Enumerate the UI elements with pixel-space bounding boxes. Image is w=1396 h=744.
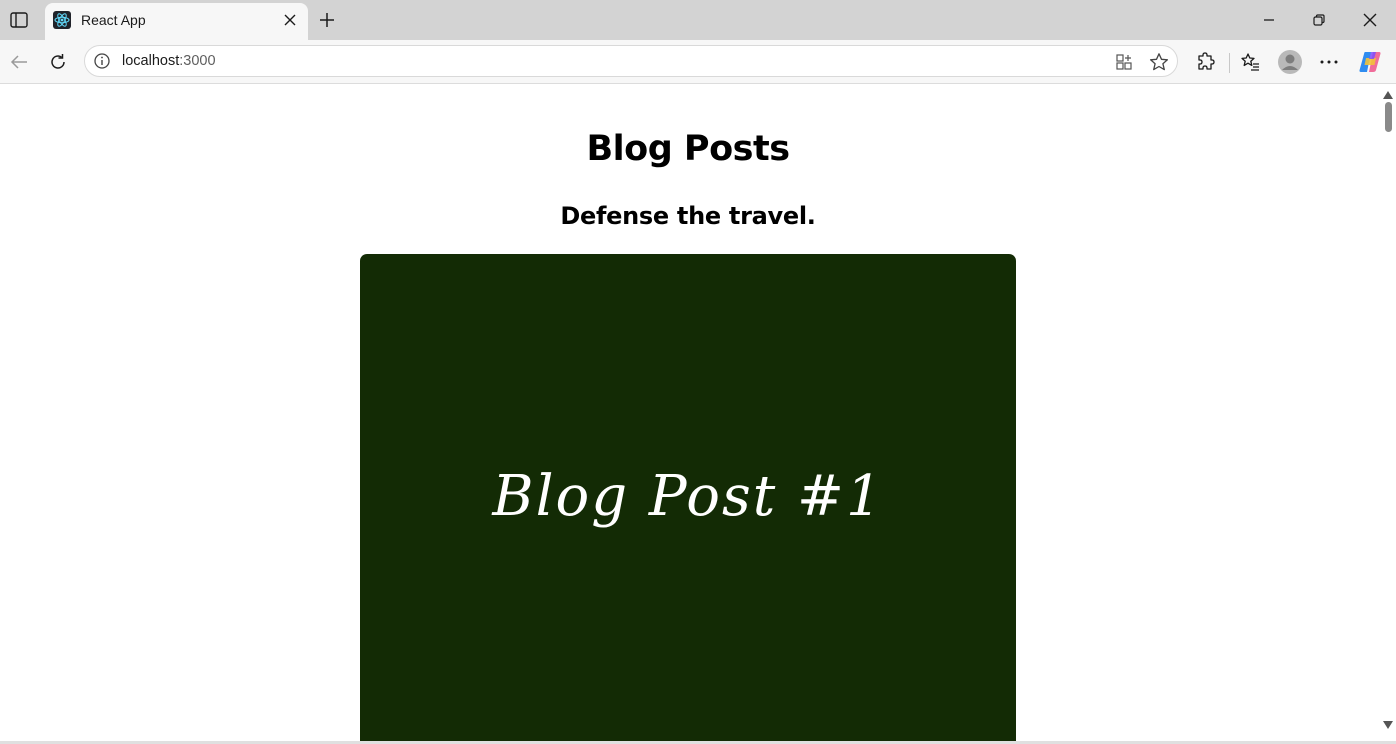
copilot-icon[interactable] xyxy=(1354,46,1386,78)
new-tab-icon[interactable] xyxy=(313,6,340,33)
favorites-icon[interactable] xyxy=(1234,46,1266,78)
restore-icon[interactable] xyxy=(1297,4,1341,36)
address-bar[interactable]: localhost:3000 xyxy=(84,45,1178,77)
url-text: localhost:3000 xyxy=(122,53,216,69)
vertical-scrollbar[interactable] xyxy=(1380,84,1396,744)
scroll-down-arrow-icon[interactable] xyxy=(1383,716,1393,734)
post-image: Blog Post #1 xyxy=(360,254,1016,744)
tab-actions-icon[interactable] xyxy=(6,7,32,33)
minimize-icon[interactable] xyxy=(1247,4,1291,36)
page-viewport: Blog Posts Defense the travel. Blog Post… xyxy=(0,84,1396,744)
tab-close-icon[interactable] xyxy=(281,11,299,29)
scrollbar-thumb[interactable] xyxy=(1385,102,1392,132)
more-options-icon[interactable] xyxy=(1313,46,1345,78)
post-image-text: Blog Post #1 xyxy=(492,464,884,529)
close-window-icon[interactable] xyxy=(1348,4,1392,36)
back-icon[interactable] xyxy=(3,46,35,78)
tab-strip: React App xyxy=(0,0,1396,40)
extensions-icon[interactable] xyxy=(1190,46,1222,78)
post-title: Defense the travel. xyxy=(560,202,816,230)
react-logo-icon xyxy=(53,11,71,29)
favorite-star-icon[interactable] xyxy=(1149,52,1169,72)
app-available-icon[interactable] xyxy=(1114,52,1134,72)
profile-avatar[interactable] xyxy=(1274,46,1306,78)
toolbar-separator xyxy=(1229,53,1230,73)
tab-title: React App xyxy=(81,12,146,28)
site-info-icon[interactable] xyxy=(93,52,111,70)
page-title: Blog Posts xyxy=(586,129,790,169)
refresh-icon[interactable] xyxy=(42,46,74,78)
tab-react-app[interactable]: React App xyxy=(45,3,308,40)
browser-toolbar: localhost:3000 xyxy=(0,40,1396,84)
